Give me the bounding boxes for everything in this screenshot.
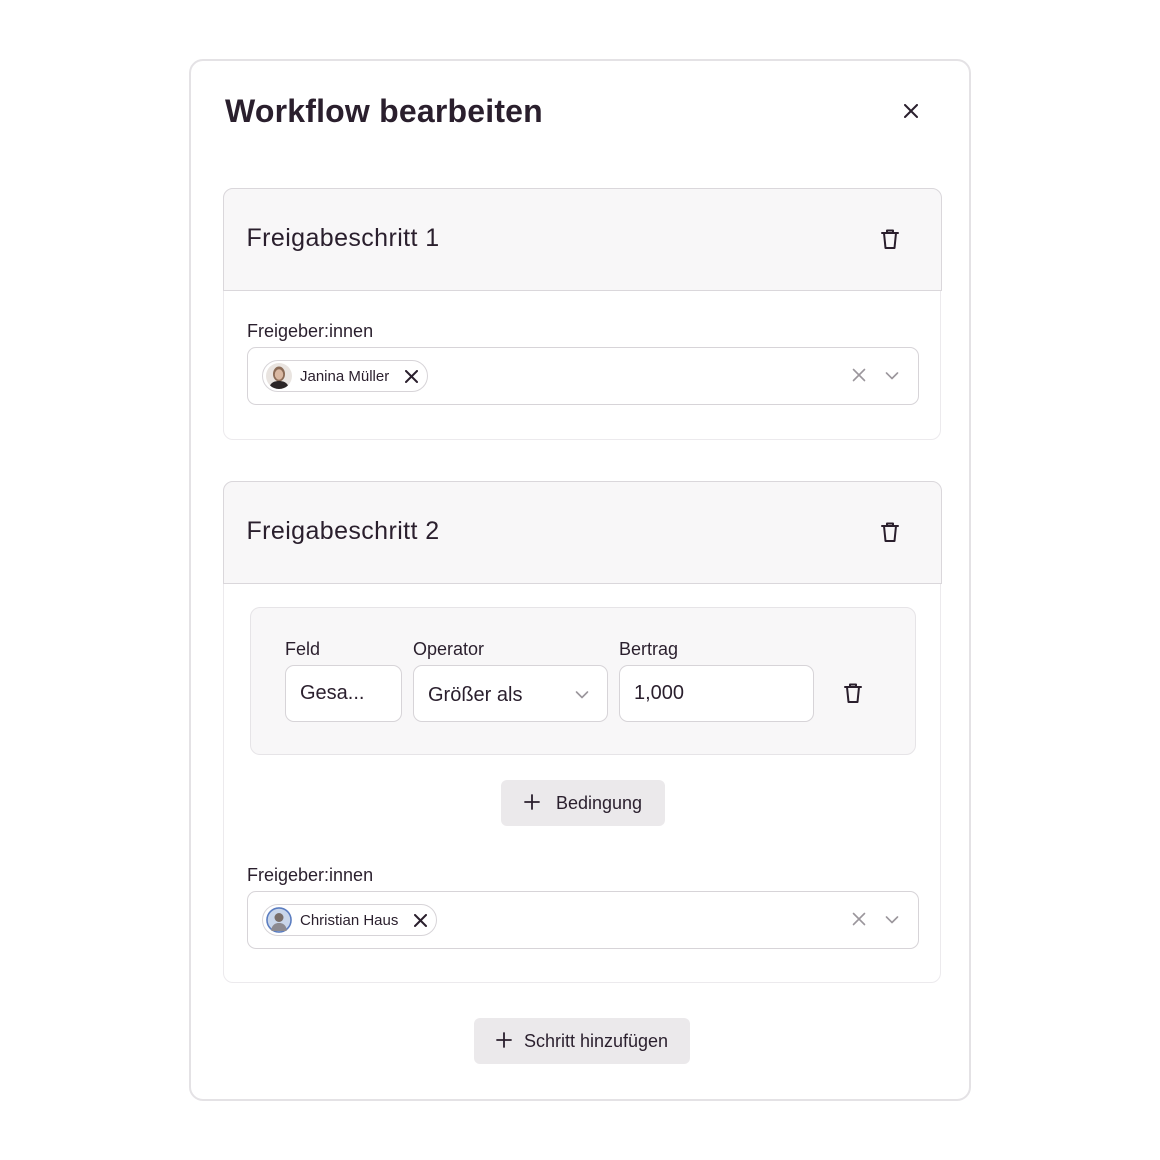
clear-icon — [852, 912, 866, 926]
delete-step-button[interactable] — [878, 520, 902, 544]
approvers-label: Freigeber:innen — [247, 865, 374, 885]
condition-row: Feld Operator Bertrag Gesa... Größer als… — [250, 607, 916, 755]
dropdown-toggle[interactable] — [885, 913, 901, 929]
amount-label: Bertrag — [619, 639, 679, 659]
clear-selection-button[interactable] — [852, 368, 868, 384]
step-title: Freigabeschritt 2 — [246, 516, 440, 545]
approval-step-2: Freigabeschritt 2 Feld Operator Bertrag … — [222, 480, 942, 983]
close-icon — [904, 104, 918, 118]
close-icon — [413, 913, 427, 927]
add-step-button[interactable]: Schritt hinzufügen — [474, 1018, 690, 1064]
edit-workflow-dialog: Workflow bearbeiten Freigabeschritt 1 Fr… — [189, 59, 971, 1101]
approver-chip: Christian Haus — [262, 904, 438, 936]
step-title: Freigabeschritt 1 — [246, 223, 440, 252]
remove-approver-button[interactable] — [403, 368, 419, 384]
close-button[interactable] — [899, 99, 923, 123]
avatar — [266, 907, 292, 933]
chevron-down-icon — [575, 691, 589, 699]
step-header: Freigabeschritt 2 — [222, 480, 942, 584]
field-select[interactable]: Gesa... — [285, 665, 402, 722]
chevron-down-icon — [885, 916, 899, 924]
clear-icon — [852, 368, 866, 382]
delete-condition-button[interactable] — [841, 681, 865, 705]
trash-icon — [880, 522, 899, 542]
avatar — [266, 363, 292, 389]
approval-step-1: Freigabeschritt 1 Freigeber:innen Janina… — [222, 187, 942, 440]
operator-value: Größer als — [428, 684, 523, 706]
trash-icon — [880, 229, 899, 249]
add-condition-button[interactable]: Bedingung — [501, 780, 665, 826]
remove-approver-button[interactable] — [412, 912, 428, 928]
amount-input[interactable]: 1,000 — [619, 665, 814, 722]
approvers-select[interactable]: Janina Müller — [247, 347, 919, 405]
approvers-select[interactable]: Christian Haus — [247, 891, 919, 949]
plus-icon — [496, 1030, 512, 1052]
approver-chip: Janina Müller — [262, 360, 429, 392]
chevron-down-icon — [885, 372, 899, 380]
clear-selection-button[interactable] — [852, 912, 868, 928]
dialog-title: Workflow bearbeiten — [225, 93, 543, 129]
dropdown-toggle[interactable] — [885, 369, 901, 385]
step-header: Freigabeschritt 1 — [222, 187, 942, 291]
field-label: Feld — [285, 639, 321, 659]
operator-select[interactable]: Größer als — [413, 665, 608, 722]
close-icon — [404, 369, 418, 383]
add-step-label: Schritt hinzufügen — [523, 1030, 669, 1051]
approver-name: Christian Haus — [300, 911, 399, 929]
approvers-label: Freigeber:innen — [247, 321, 374, 341]
plus-icon — [524, 792, 540, 814]
trash-icon — [844, 683, 862, 703]
approver-name: Janina Müller — [300, 367, 390, 385]
add-condition-label: Bedingung — [555, 792, 643, 813]
operator-label: Operator — [413, 639, 485, 659]
delete-step-button[interactable] — [878, 227, 902, 251]
